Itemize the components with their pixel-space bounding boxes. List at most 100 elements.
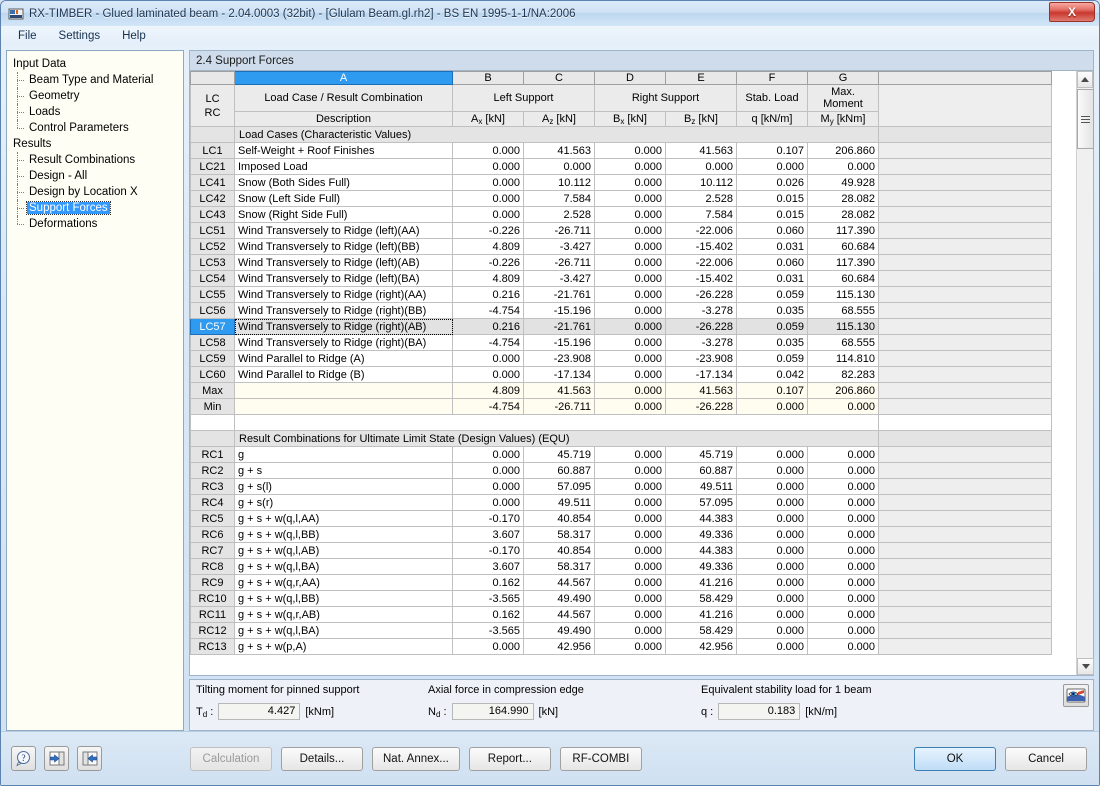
cell-bz[interactable]: 49.511: [665, 478, 737, 495]
cell-bz[interactable]: 44.383: [665, 542, 737, 559]
cell-bz[interactable]: 44.383: [665, 510, 737, 527]
cell-bz[interactable]: 41.563: [665, 142, 737, 159]
row-header-RC9[interactable]: RC9: [190, 574, 235, 591]
cell-az[interactable]: 49.490: [523, 590, 595, 607]
row-description[interactable]: Snow (Both Sides Full): [234, 174, 453, 191]
cell-bx[interactable]: 0.000: [594, 462, 666, 479]
row-header-LC21[interactable]: LC21: [190, 158, 235, 175]
row-header-RC12[interactable]: RC12: [190, 622, 235, 639]
table-row[interactable]: RC7 g + s + w(q,l,AB) -0.170 40.854 0.000 44…: [190, 542, 1052, 559]
cell-ax[interactable]: 0.000: [452, 638, 524, 655]
cell-q[interactable]: 0.031: [736, 270, 808, 287]
cell-az[interactable]: 58.317: [523, 558, 595, 575]
table-row[interactable]: LC56 Wind Transversely to Ridge (right)(…: [190, 302, 1052, 319]
cell-az[interactable]: 49.490: [523, 622, 595, 639]
cell-ax[interactable]: -0.226: [452, 222, 524, 239]
value-nd[interactable]: 164.990: [451, 703, 534, 720]
cell-bx[interactable]: 0.000: [594, 254, 666, 271]
cell-q[interactable]: 0.000: [736, 542, 808, 559]
cell-bx[interactable]: 0.000: [594, 558, 666, 575]
table-row[interactable]: LC59 Wind Parallel to Ridge (A) 0.000 -23.…: [190, 350, 1052, 367]
cell-bx[interactable]: 0.000: [594, 190, 666, 207]
row-header-RC11[interactable]: RC11: [190, 606, 235, 623]
cell-q[interactable]: 0.000: [736, 558, 808, 575]
rf-combi-button[interactable]: RF-COMBI: [559, 746, 642, 771]
cell-bx[interactable]: 0.000: [594, 574, 666, 591]
menu-item-file[interactable]: File: [9, 28, 46, 44]
table-row[interactable]: LC42 Snow (Left Side Full) 0.000 7.584 0.00…: [190, 190, 1052, 207]
cell-q[interactable]: 0.000: [736, 462, 808, 479]
cell-bz[interactable]: -26.228: [665, 318, 737, 335]
row-header-LC55[interactable]: LC55: [190, 286, 235, 303]
cell-bx[interactable]: 0.000: [594, 622, 666, 639]
cell-bx[interactable]: 0.000: [594, 350, 666, 367]
cell-my[interactable]: 49.928: [807, 174, 879, 191]
cell-my[interactable]: 0.000: [807, 590, 879, 607]
cell-az[interactable]: 49.511: [523, 494, 595, 511]
cell-bz[interactable]: -22.006: [665, 222, 737, 239]
table-row[interactable]: LC60 Wind Parallel to Ridge (B) 0.000 -17.…: [190, 366, 1052, 383]
cell-bx[interactable]: 0.000: [594, 382, 666, 399]
table-row[interactable]: RC12 g + s + w(q,l,BA) -3.565 49.490 0.000 5…: [190, 622, 1052, 639]
table-row[interactable]: LC53 Wind Transversely to Ridge (left)(A…: [190, 254, 1052, 271]
cell-az[interactable]: 40.854: [523, 542, 595, 559]
table-row-summary[interactable]: Max 4.809 41.563 0.000 41.563 0.107 206.860: [190, 382, 1052, 399]
row-header-LC59[interactable]: LC59: [190, 350, 235, 367]
cell-bz[interactable]: 0.000: [665, 158, 737, 175]
cell-az[interactable]: -21.761: [523, 318, 595, 335]
row-header-RC1[interactable]: RC1: [190, 446, 235, 463]
cell-my[interactable]: 0.000: [807, 398, 879, 415]
cell-bx[interactable]: 0.000: [594, 478, 666, 495]
cell-my[interactable]: 0.000: [807, 638, 879, 655]
value-q[interactable]: 0.183: [718, 703, 801, 720]
cell-q[interactable]: 0.000: [736, 158, 808, 175]
row-description[interactable]: g: [234, 446, 453, 463]
cell-ax[interactable]: -0.170: [452, 510, 524, 527]
row-description[interactable]: g + s + w(q,l,AB): [234, 542, 453, 559]
sidebar-item-support-forces[interactable]: Support Forces: [13, 200, 179, 216]
table-row[interactable]: RC3 g + s(l) 0.000 57.095 0.000 49.511 0.000 0…: [190, 478, 1052, 495]
row-description[interactable]: g + s + w(q,r,AB): [234, 606, 453, 623]
cell-q[interactable]: 0.000: [736, 526, 808, 543]
row-description[interactable]: Wind Transversely to Ridge (right)(BA): [234, 334, 453, 351]
row-description[interactable]: g + s: [234, 462, 453, 479]
cell-ax[interactable]: -3.565: [452, 590, 524, 607]
table-row[interactable]: LC58 Wind Transversely to Ridge (right)(…: [190, 334, 1052, 351]
cell-q[interactable]: 0.031: [736, 238, 808, 255]
cell-az[interactable]: 42.956: [523, 638, 595, 655]
cell-az[interactable]: -26.711: [523, 398, 595, 415]
cell-ax[interactable]: 0.000: [452, 494, 524, 511]
close-button[interactable]: X: [1049, 2, 1095, 22]
cell-my[interactable]: 115.130: [807, 286, 879, 303]
cell-bx[interactable]: 0.000: [594, 174, 666, 191]
row-header-RC7[interactable]: RC7: [190, 542, 235, 559]
cell-az[interactable]: 41.563: [523, 142, 595, 159]
row-header-RC10[interactable]: RC10: [190, 590, 235, 607]
column-letter-b[interactable]: B: [452, 71, 524, 85]
cell-ax[interactable]: 0.000: [452, 478, 524, 495]
cell-bz[interactable]: 49.336: [665, 526, 737, 543]
row-header-LC58[interactable]: LC58: [190, 334, 235, 351]
row-header-Max[interactable]: Max: [190, 382, 235, 399]
cell-ax[interactable]: 0.000: [452, 446, 524, 463]
row-description[interactable]: Snow (Right Side Full): [234, 206, 453, 223]
cell-bz[interactable]: -15.402: [665, 238, 737, 255]
cell-bz[interactable]: 58.429: [665, 590, 737, 607]
cell-ax[interactable]: 0.000: [452, 174, 524, 191]
cell-az[interactable]: -17.134: [523, 366, 595, 383]
cell-q[interactable]: 0.042: [736, 366, 808, 383]
cell-q[interactable]: 0.000: [736, 446, 808, 463]
cell-bz[interactable]: 45.719: [665, 446, 737, 463]
cell-bz[interactable]: 49.336: [665, 558, 737, 575]
column-letter-a[interactable]: A: [234, 71, 453, 85]
cell-az[interactable]: -15.196: [523, 334, 595, 351]
cell-az[interactable]: 57.095: [523, 478, 595, 495]
cell-bx[interactable]: 0.000: [594, 334, 666, 351]
cell-bx[interactable]: 0.000: [594, 206, 666, 223]
cell-ax[interactable]: 0.000: [452, 462, 524, 479]
cell-ax[interactable]: 4.809: [452, 270, 524, 287]
row-description[interactable]: g + s + w(q,l,BA): [234, 622, 453, 639]
cell-az[interactable]: -3.427: [523, 270, 595, 287]
cell-bx[interactable]: 0.000: [594, 318, 666, 335]
cell-ax[interactable]: -0.170: [452, 542, 524, 559]
